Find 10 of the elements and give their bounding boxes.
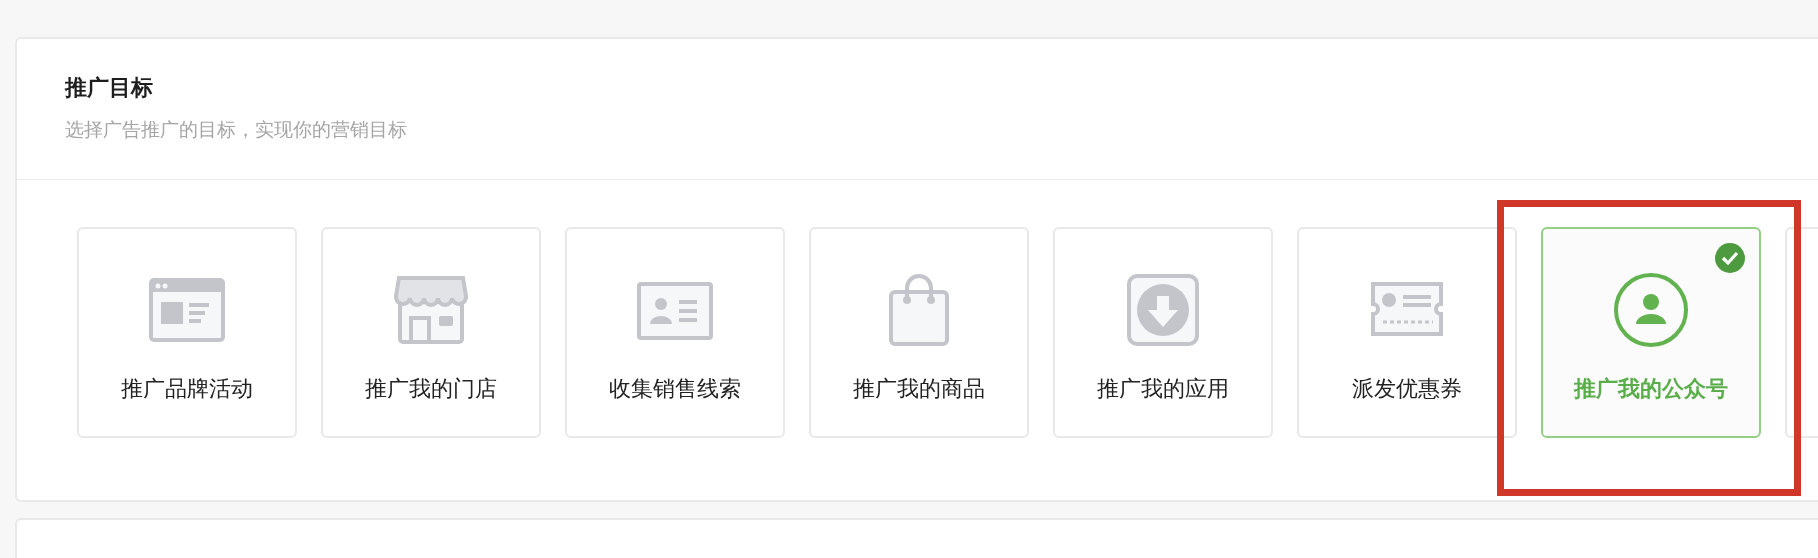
goal-card[interactable]: 收集销售线索 <box>565 227 785 438</box>
section-title: 推广目标 <box>65 74 154 102</box>
user-circle-icon <box>1611 270 1691 350</box>
goal-card[interactable]: 推广我的应用 <box>1053 227 1273 438</box>
goal-card[interactable]: 推广品牌活动 <box>77 227 297 438</box>
goal-card[interactable]: 推广我的门店 <box>321 227 541 438</box>
section-subtitle: 选择广告推广的目标，实现你的营销目标 <box>65 118 408 142</box>
goal-card[interactable]: 推广我的商品 <box>809 227 1029 438</box>
goal-card[interactable]: 派发优惠券 <box>1297 227 1517 438</box>
checkmark-icon <box>1715 243 1745 273</box>
